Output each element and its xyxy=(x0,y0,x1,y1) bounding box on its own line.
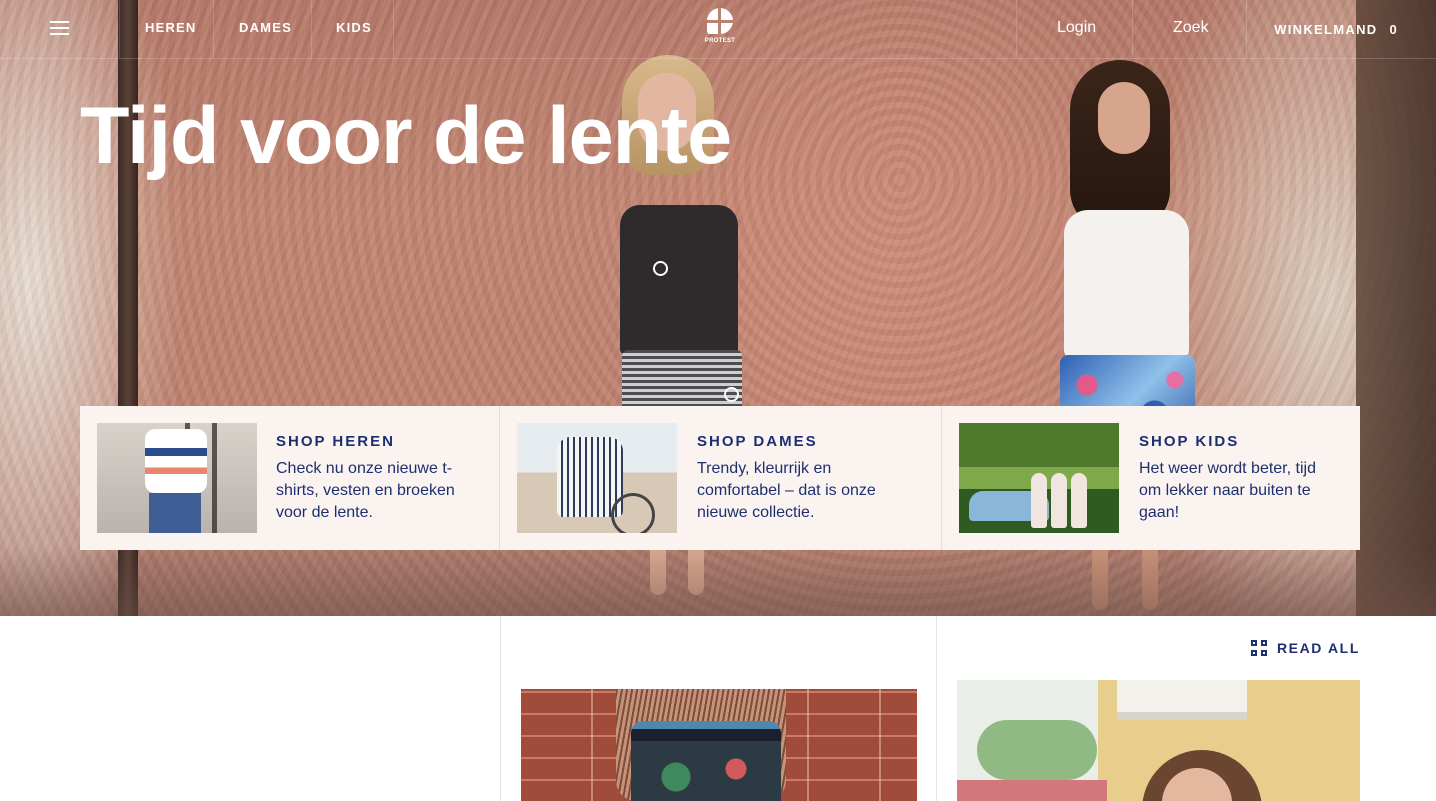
cart-link[interactable]: WINKELMAND 0 xyxy=(1274,22,1398,37)
shop-card-description: Check nu onze nieuwe t-shirts, vesten en… xyxy=(276,460,455,521)
product-hotspot-skirt[interactable] xyxy=(724,387,739,402)
column-divider xyxy=(936,616,937,801)
protest-logo[interactable]: PROTEST xyxy=(704,8,736,50)
nav-heren-link[interactable]: HEREN xyxy=(145,20,197,35)
article-image-woman[interactable] xyxy=(957,680,1360,801)
shop-kids-image xyxy=(959,423,1119,533)
nav-divider xyxy=(311,0,312,58)
nav-kids-link[interactable]: KIDS xyxy=(336,20,372,35)
shop-card-description: Het weer wordt beter, tijd om lekker naa… xyxy=(1139,460,1316,521)
shop-card-heren[interactable]: SHOP HEREN Check nu onze nieuwe t-shirts… xyxy=(80,406,499,550)
top-navigation-bar: HEREN DAMES KIDS PROTEST Login Zoek WINK… xyxy=(0,0,1436,59)
nav-divider xyxy=(393,0,394,58)
hero-ground-shade xyxy=(0,546,1436,616)
cart-count-badge: 0 xyxy=(1389,22,1398,37)
article-image-socks[interactable] xyxy=(521,689,917,801)
nav-divider xyxy=(119,0,120,58)
cart-label: WINKELMAND xyxy=(1274,22,1378,37)
nav-divider xyxy=(1132,0,1133,58)
nav-divider xyxy=(1016,0,1017,58)
hero-title: Tijd voor de lente xyxy=(80,91,732,181)
read-all-button[interactable]: READ ALL xyxy=(1250,640,1360,656)
shop-card-title: SHOP HEREN xyxy=(276,433,395,450)
shop-categories-strip: SHOP HEREN Check nu onze nieuwe t-shirts… xyxy=(80,406,1360,550)
blog-section: READ ALL xyxy=(0,616,1436,801)
logo-wordmark: PROTEST xyxy=(704,38,736,44)
shop-card-kids[interactable]: SHOP KIDS Het weer wordt beter, tijd om … xyxy=(941,406,1360,550)
shop-card-title: SHOP DAMES xyxy=(697,433,818,450)
search-link[interactable]: Zoek xyxy=(1173,19,1209,37)
nav-divider xyxy=(213,0,214,58)
nav-divider xyxy=(1246,0,1247,58)
shop-heren-image xyxy=(97,423,257,533)
shop-card-dames[interactable]: SHOP DAMES Trendy, kleurrijk en comforta… xyxy=(499,406,941,550)
read-all-label: READ ALL xyxy=(1276,640,1360,656)
grid-icon xyxy=(1250,640,1267,656)
hamburger-menu-icon[interactable] xyxy=(32,12,88,46)
hero-door-decoration xyxy=(1356,0,1436,616)
login-link[interactable]: Login xyxy=(1057,19,1096,37)
shop-dames-image xyxy=(517,423,677,533)
shop-card-title: SHOP KIDS xyxy=(1139,433,1240,450)
shop-card-description: Trendy, kleurrijk en comfortabel – dat i… xyxy=(697,460,876,521)
column-divider xyxy=(500,616,501,801)
nav-dames-link[interactable]: DAMES xyxy=(239,20,292,35)
product-hotspot-top[interactable] xyxy=(653,261,668,276)
